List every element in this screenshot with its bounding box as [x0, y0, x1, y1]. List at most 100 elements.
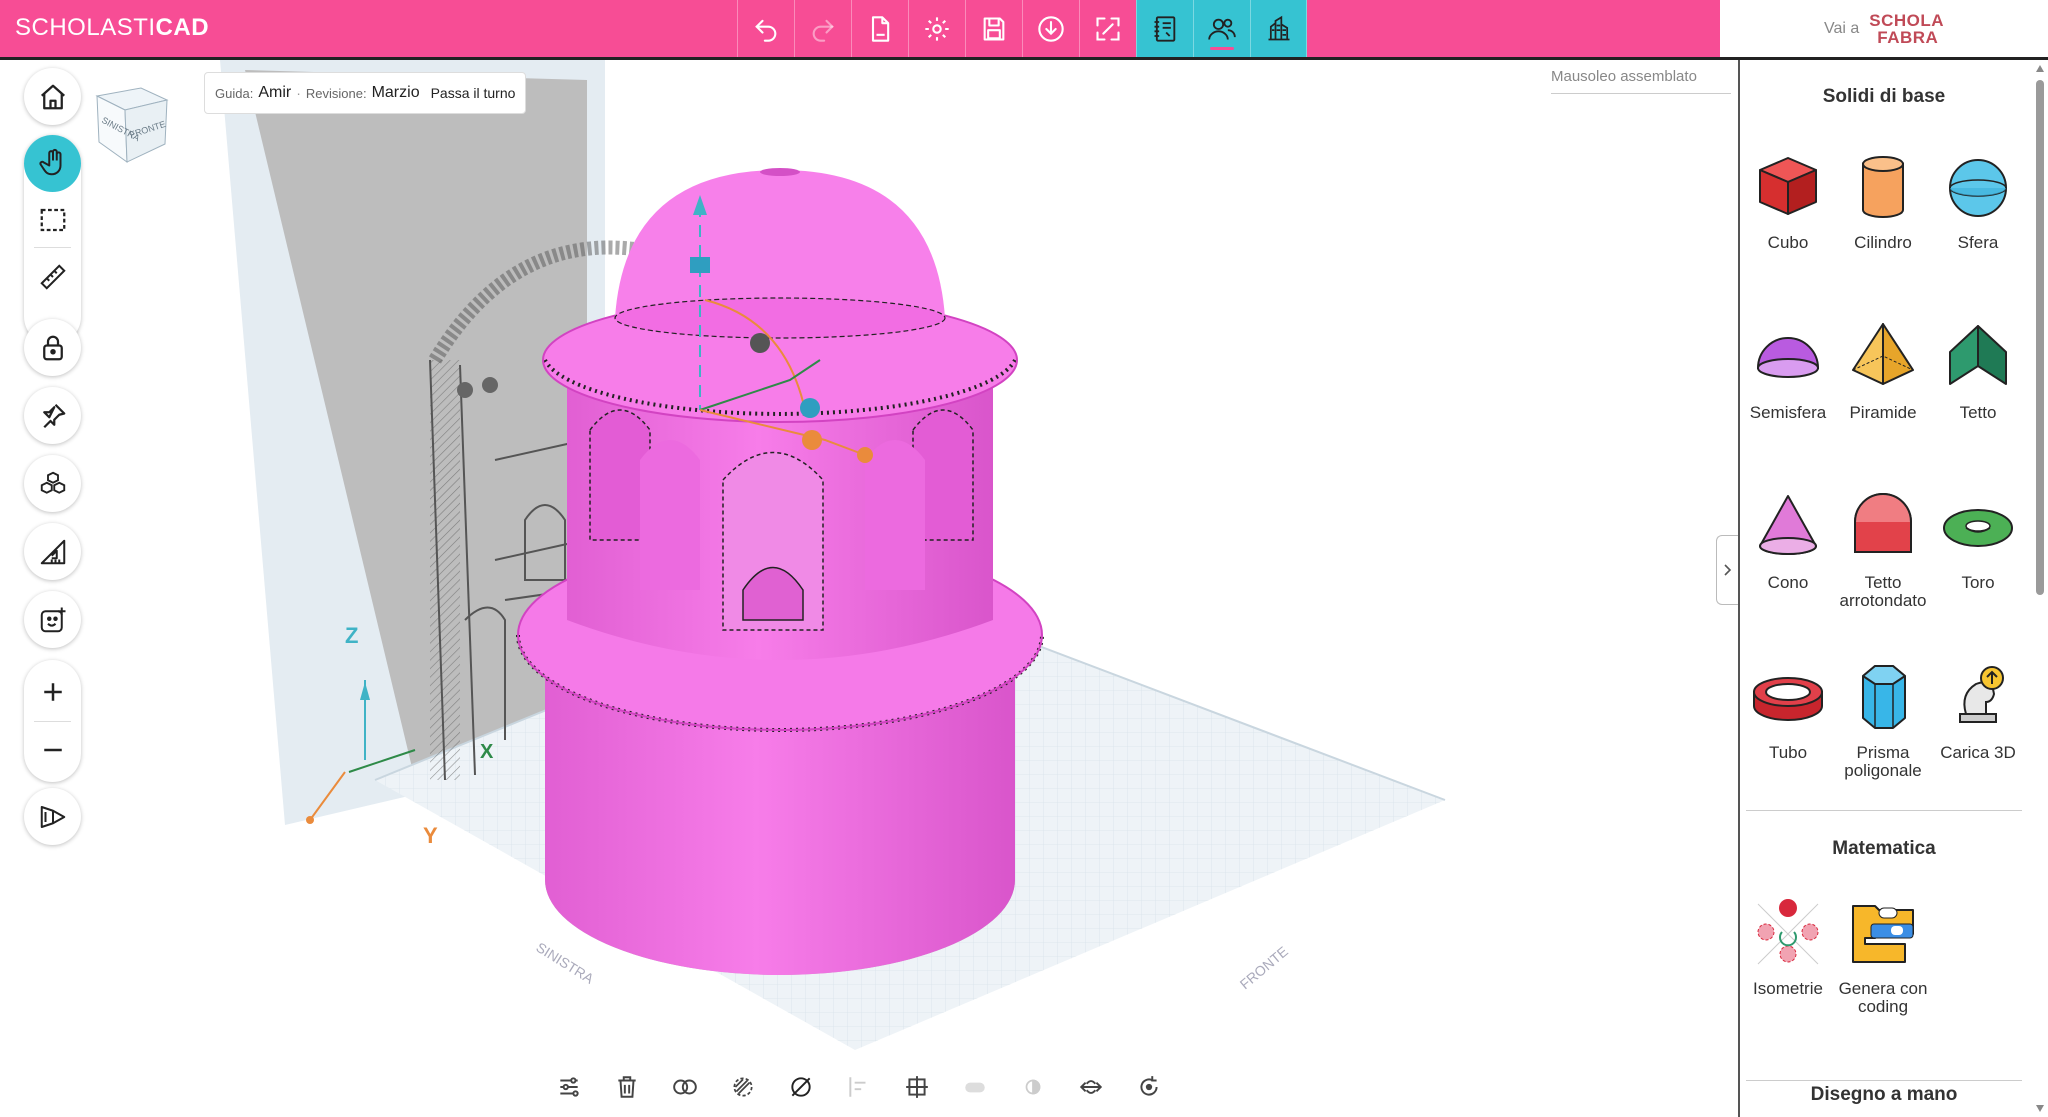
- delete-button[interactable]: [598, 1062, 656, 1112]
- perspective-icon: [40, 805, 65, 828]
- floor-label-left: SINISTRA: [533, 939, 597, 987]
- panel-scrollbar[interactable]: [2034, 60, 2046, 1117]
- object-toolbar: [540, 1062, 1178, 1112]
- rotate-icon: [1140, 1076, 1158, 1096]
- rotate-button[interactable]: [1120, 1062, 1178, 1112]
- center-button[interactable]: [888, 1062, 946, 1112]
- zoom-controls: [24, 660, 81, 782]
- settings-button[interactable]: [908, 0, 965, 57]
- axis-x-label: X: [480, 741, 494, 763]
- ruler-icon: [39, 264, 66, 290]
- rounded-roof-icon: [1854, 493, 1912, 553]
- shape-label: Tubo: [1768, 743, 1808, 762]
- undo-button[interactable]: [737, 0, 794, 57]
- redo-icon: [812, 19, 834, 42]
- shape-rounded-roof[interactable]: Tetto arrotondato: [1835, 488, 1931, 638]
- home-icon: [40, 84, 65, 109]
- properties-button[interactable]: [540, 1062, 598, 1112]
- shape-cylinder[interactable]: Cilindro: [1835, 148, 1931, 298]
- viewport-3d[interactable]: Z X Y SINISTRA FRONTE: [105, 60, 1737, 1060]
- align-icon: [849, 1077, 866, 1097]
- collaborators-button[interactable]: [1193, 0, 1250, 57]
- lock-button[interactable]: [24, 319, 81, 376]
- box-select-button[interactable]: [24, 192, 81, 248]
- shape-pyramid[interactable]: Piramide: [1835, 318, 1931, 468]
- hide-button[interactable]: [772, 1062, 830, 1112]
- new-file-button[interactable]: [851, 0, 908, 57]
- hatched-circle-icon: [733, 1077, 753, 1097]
- sphere-icon: [1949, 159, 2007, 217]
- pyramid-icon: [1852, 323, 1914, 385]
- pin-icon: [42, 403, 65, 428]
- math-coding[interactable]: Genera con coding: [1835, 894, 1931, 1074]
- turn-info: Guida: Amir · Revisione: Marzio Passa il…: [204, 72, 527, 114]
- redo-button[interactable]: [794, 0, 851, 57]
- project-name[interactable]: Mausoleo assemblato: [1551, 68, 1731, 94]
- shape-cone[interactable]: Cono: [1740, 488, 1836, 638]
- axis-y-label: Y: [423, 823, 438, 848]
- shape-label: Piramide: [1849, 403, 1917, 422]
- group-objects-button[interactable]: [946, 1062, 1004, 1112]
- mirror-button[interactable]: [1062, 1062, 1120, 1112]
- section-title-draw: Disegno a mano: [1810, 1084, 1958, 1105]
- plus-icon: [43, 683, 62, 701]
- pass-turn-button[interactable]: Passa il turno: [431, 85, 516, 101]
- box-select-icon: [40, 208, 65, 232]
- section-title-basic: Solidi di base: [1822, 86, 1946, 107]
- hole-button[interactable]: [714, 1062, 772, 1112]
- zoom-out-button[interactable]: [24, 722, 81, 778]
- panel-collapse-toggle[interactable]: [1716, 535, 1738, 605]
- shape-upload-3d[interactable]: Carica 3D: [1930, 658, 2026, 808]
- pin-button[interactable]: [24, 387, 81, 444]
- pill-icon: [965, 1082, 985, 1093]
- image-sticker-button[interactable]: [24, 591, 81, 648]
- main-toolbar: [737, 0, 1307, 57]
- measure-angle-button[interactable]: [24, 523, 81, 580]
- view-mode-button[interactable]: [24, 788, 81, 845]
- trash-icon: [618, 1076, 636, 1098]
- ruler-button[interactable]: [24, 249, 81, 305]
- tube-icon: [1753, 677, 1823, 721]
- shape-polygonal-prism[interactable]: Prisma poligonale: [1835, 658, 1931, 808]
- collaborators-icon: [1208, 18, 1236, 40]
- fullscreen-button[interactable]: [1079, 0, 1136, 57]
- settings-icon: [925, 16, 949, 41]
- axis-z-label: Z: [345, 623, 358, 648]
- top-bar: SCHOLASTICAD Vai a SCHOLA FABRA: [0, 0, 2048, 57]
- half-circle-icon: [1025, 1079, 1041, 1095]
- shape-tube[interactable]: Tubo: [1740, 658, 1836, 808]
- home-button[interactable]: [24, 68, 81, 125]
- notebook-icon: [1154, 15, 1176, 42]
- math-label: Genera con coding: [1838, 979, 1928, 1016]
- shape-torus[interactable]: Toro: [1930, 488, 2026, 638]
- align-button[interactable]: [830, 1062, 888, 1112]
- view-cube[interactable]: SINISTRA FRONTE: [89, 82, 175, 168]
- guide-label: Guida:: [215, 85, 254, 101]
- app-logo[interactable]: SCHOLASTICAD: [15, 14, 209, 42]
- hand-icon: [38, 148, 61, 176]
- cylinder-icon: [1862, 156, 1904, 218]
- shape-label: Toro: [1961, 573, 1995, 592]
- shape-sphere[interactable]: Sfera: [1930, 148, 2026, 298]
- zoom-in-button[interactable]: [24, 664, 81, 720]
- download-button[interactable]: [1022, 0, 1079, 57]
- shape-label: Sfera: [1957, 233, 1999, 252]
- roof-icon: [1949, 325, 2007, 385]
- undo-icon: [755, 19, 777, 42]
- duplicate-icon: [673, 1079, 697, 1095]
- save-button[interactable]: [965, 0, 1022, 57]
- shape-cube[interactable]: Cubo: [1740, 148, 1836, 298]
- download-icon: [1038, 15, 1064, 42]
- shape-hemisphere[interactable]: Semisfera: [1740, 318, 1836, 468]
- schola-fabra-link[interactable]: Vai a SCHOLA FABRA: [1720, 0, 2048, 57]
- pan-tool-button[interactable]: [24, 135, 81, 192]
- notebook-button[interactable]: [1136, 0, 1193, 57]
- guide-user: Amir: [258, 84, 292, 101]
- math-isometries[interactable]: Isometrie: [1740, 894, 1836, 1074]
- ungroup-button[interactable]: [1004, 1062, 1062, 1112]
- duplicate-button[interactable]: [656, 1062, 714, 1112]
- shape-roof[interactable]: Tetto: [1930, 318, 2026, 468]
- group-button[interactable]: [24, 455, 81, 512]
- section-divider: [1746, 1080, 2022, 1081]
- scene-button[interactable]: [1250, 0, 1307, 57]
